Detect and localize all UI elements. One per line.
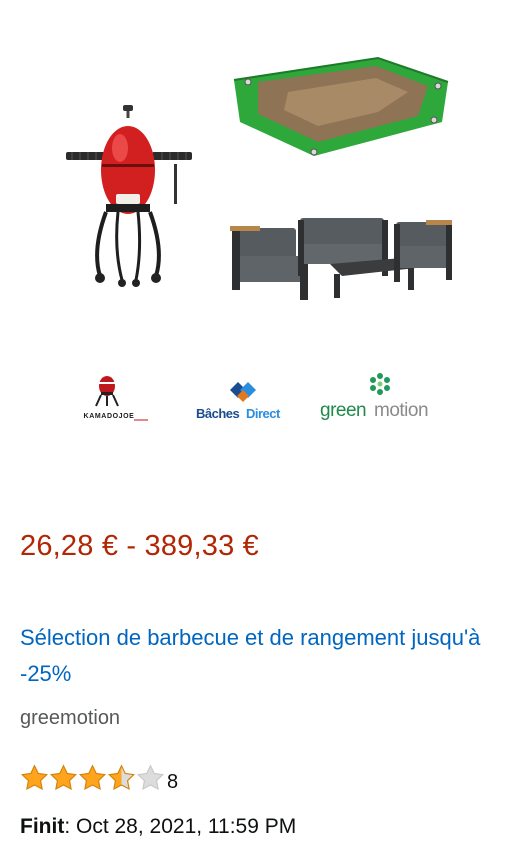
deal-card[interactable]: KAMADOJOE Bâches Direct green motion 26,… [0, 0, 516, 862]
green-tarp-image[interactable] [228, 52, 452, 164]
brand-name: greemotion [20, 707, 121, 729]
baches-direct-logo: Bâches Direct [194, 380, 304, 428]
star-full-icon [78, 764, 107, 791]
svg-text:KAMADOJOE: KAMADOJOE [84, 413, 135, 420]
kamado-joe-logo: KAMADOJOE [62, 372, 156, 428]
star-full-icon [49, 764, 78, 791]
rating[interactable]: 8 [20, 762, 178, 794]
star-half-icon [107, 764, 136, 791]
review-count[interactable]: 8 [167, 771, 178, 794]
star-rating[interactable] [20, 764, 165, 792]
kamado-grill-image[interactable] [62, 100, 196, 290]
svg-text:Bâches: Bâches [196, 406, 240, 421]
deadline-label: Finit [20, 815, 65, 838]
deal-deadline: Finit: Oct 28, 2021, 11:59 PM [20, 815, 296, 839]
outdoor-sofa-image[interactable] [226, 206, 456, 306]
svg-text:Direct: Direct [246, 406, 281, 421]
deadline-value: Oct 28, 2021, 11:59 PM [76, 815, 297, 838]
star-empty-icon [136, 764, 165, 791]
price-range: 26,28 € - 389,33 € [20, 530, 260, 562]
star-full-icon [20, 764, 49, 791]
deal-title-link[interactable]: Sélection de barbecue et de rangement ju… [20, 620, 500, 692]
deadline-separator: : [64, 815, 76, 838]
greenmotion-logo: green motion [318, 372, 458, 424]
svg-text:motion: motion [374, 400, 428, 421]
svg-text:green: green [320, 400, 366, 421]
